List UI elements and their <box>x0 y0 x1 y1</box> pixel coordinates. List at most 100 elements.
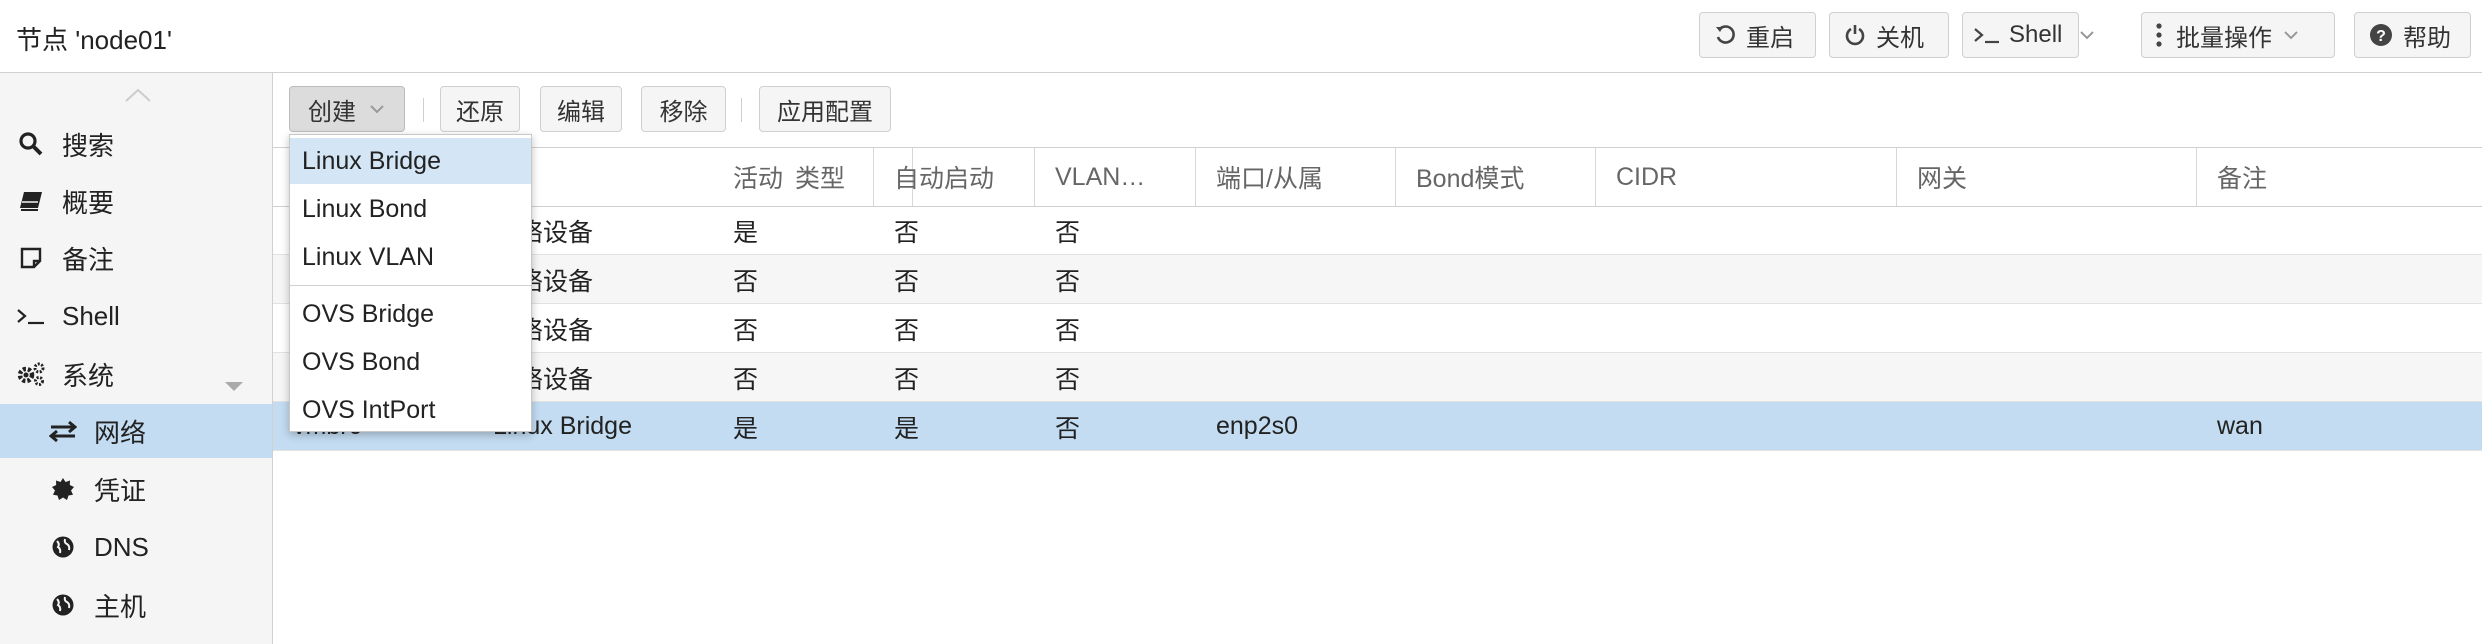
table-row[interactable]: 网络设备 是 否 否 <box>273 206 2482 255</box>
sidebar-item-label: DNS <box>94 531 149 562</box>
cell-autostart: 否 <box>894 267 920 296</box>
column-header-gateway[interactable]: 网关 <box>1897 148 2197 206</box>
network-toolbar: 创建 还原 编辑 移除 应用配置 <box>273 73 2482 145</box>
cell-comment <box>2197 353 2482 402</box>
column-header-ports[interactable]: 端口/从属 <box>1196 148 1396 206</box>
menu-separator <box>290 285 531 286</box>
cell-autostart: 否 <box>894 316 920 345</box>
menu-item-linux-vlan[interactable]: Linux VLAN <box>290 234 531 280</box>
table-row[interactable]: 网络设备 否 否 否 <box>273 255 2482 304</box>
cell-ports <box>1196 206 1396 255</box>
menu-item-ovs-intport[interactable]: OVS IntPort <box>290 387 531 433</box>
cell-active: 否 <box>733 316 759 345</box>
terminal-icon <box>1973 25 2001 45</box>
cell-ports <box>1196 255 1396 304</box>
table-row[interactable]: 网络设备 否 否 否 <box>273 304 2482 353</box>
sidebar-item-hosts[interactable]: 主机 <box>0 578 272 632</box>
bulk-actions-button[interactable]: 批量操作 <box>2141 12 2335 58</box>
sidebar-item-label: 搜索 <box>62 130 115 161</box>
cell-comment <box>2197 304 2482 353</box>
more-vertical-icon <box>2156 23 2162 47</box>
grid-header: 名称 类型 活动 自动启动 VLAN… 端口/从属 Bond模式 CIDR 网关… <box>273 147 2482 207</box>
column-header-bond-mode[interactable]: Bond模式 <box>1396 148 1596 206</box>
apply-config-button[interactable]: 应用配置 <box>759 86 891 132</box>
page-title: 节点 'node01' <box>16 25 172 55</box>
sidebar-item-system[interactable]: 系统 <box>0 347 272 401</box>
chevron-down-icon <box>370 104 384 114</box>
column-header-cidr[interactable]: CIDR <box>1596 148 1897 206</box>
cell-active: 是 <box>733 414 759 443</box>
revert-button[interactable]: 还原 <box>440 86 520 132</box>
column-header-autostart[interactable]: 自动启动 <box>874 148 1035 206</box>
power-icon <box>1844 24 1866 46</box>
column-header-vlan[interactable]: VLAN… <box>1035 148 1196 206</box>
edit-button[interactable]: 编辑 <box>540 86 622 132</box>
cell-vlan: 否 <box>1055 316 1081 345</box>
shell-label: Shell <box>2009 21 2063 48</box>
chevron-down-icon[interactable] <box>2080 30 2095 40</box>
cell-autostart: 否 <box>894 365 920 394</box>
shutdown-label: 关机 <box>1876 24 1924 52</box>
sidebar-item-network[interactable]: 网络 <box>0 404 272 458</box>
expand-down-icon[interactable] <box>224 369 244 400</box>
chevron-down-icon <box>2284 30 2298 40</box>
chevron-up-icon[interactable] <box>124 87 152 108</box>
cell-comment <box>2197 255 2482 304</box>
cell-ports: enp2s0 <box>1216 412 1299 440</box>
globe-icon <box>46 535 80 559</box>
exchange-icon <box>46 420 80 442</box>
sidebar-item-shell[interactable]: Shell <box>0 289 272 343</box>
cell-comment <box>2197 206 2482 255</box>
top-bar: 节点 'node01' 重启 关机 Shell 批量操作 ? 帮助 <box>0 0 2482 73</box>
shutdown-button[interactable]: 关机 <box>1829 12 1949 58</box>
svg-text:?: ? <box>2376 28 2386 45</box>
sidebar-item-search[interactable]: 搜索 <box>0 117 272 171</box>
help-label: 帮助 <box>2403 24 2451 52</box>
search-icon <box>14 131 48 157</box>
bulk-actions-label: 批量操作 <box>2176 24 2272 52</box>
cell-ports <box>1196 353 1396 402</box>
sidebar-item-certificates[interactable]: 凭证 <box>0 462 272 516</box>
menu-item-linux-bridge[interactable]: Linux Bridge <box>290 138 531 184</box>
cell-vlan: 否 <box>1055 414 1081 443</box>
create-label: 创建 <box>308 98 356 126</box>
sidebar-item-label: 概要 <box>62 187 115 218</box>
cell-active: 是 <box>733 218 759 247</box>
cell-vlan: 否 <box>1055 267 1081 296</box>
cell-vlan: 否 <box>1055 218 1081 247</box>
help-button[interactable]: ? 帮助 <box>2354 12 2471 58</box>
sidebar-item-label: 备注 <box>62 244 115 275</box>
undo-icon <box>1714 24 1736 46</box>
menu-item-ovs-bond[interactable]: OVS Bond <box>290 339 531 385</box>
sidebar-item-label: 主机 <box>94 591 147 622</box>
cell-autostart: 是 <box>894 414 920 443</box>
table-row[interactable]: 网络设备 否 否 否 <box>273 353 2482 402</box>
table-row-selected[interactable]: vmbr0 Linux Bridge 是 是 否 enp2s0 wan <box>273 402 2482 451</box>
sidebar-item-notes[interactable]: 备注 <box>0 231 272 285</box>
sidebar-item-dns[interactable]: DNS <box>0 520 272 574</box>
sidebar-item-label: 系统 <box>62 360 115 391</box>
create-button[interactable]: 创建 <box>289 86 405 132</box>
reboot-button[interactable]: 重启 <box>1699 12 1816 58</box>
certificate-icon <box>46 477 80 501</box>
column-header-active[interactable]: 活动 <box>713 148 874 206</box>
sidebar-item-summary[interactable]: 概要 <box>0 174 272 228</box>
shell-button[interactable]: Shell <box>1962 12 2095 58</box>
column-header-comment[interactable]: 备注 <box>2197 148 2482 206</box>
reboot-label: 重启 <box>1746 24 1794 52</box>
cell-ports <box>1196 304 1396 353</box>
remove-button[interactable]: 移除 <box>641 86 726 132</box>
sidebar-item-label: 凭证 <box>94 475 147 506</box>
menu-item-linux-bond[interactable]: Linux Bond <box>290 186 531 232</box>
book-icon <box>14 190 48 212</box>
cell-active: 否 <box>733 267 759 296</box>
cell-active: 否 <box>733 365 759 394</box>
menu-item-ovs-bridge[interactable]: OVS Bridge <box>290 291 531 337</box>
terminal-icon <box>14 306 48 326</box>
create-menu: Linux Bridge Linux Bond Linux VLAN OVS B… <box>289 134 532 432</box>
cell-vlan: 否 <box>1055 365 1081 394</box>
cell-comment: wan <box>2217 412 2263 440</box>
gears-icon <box>14 361 48 387</box>
sidebar-item-label: 网络 <box>94 417 147 448</box>
sidebar-item-label: Shell <box>62 300 120 331</box>
